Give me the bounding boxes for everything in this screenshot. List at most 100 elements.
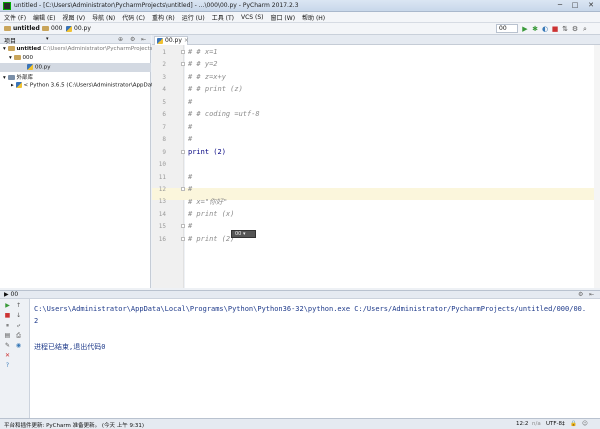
python-icon — [15, 82, 22, 88]
tree-python-sdk[interactable]: ▸ < Python 3.6.5 (C:\Users\Administrator… — [11, 82, 158, 89]
settings-icon[interactable]: ⚙ — [571, 25, 579, 33]
code-line: # — [188, 122, 193, 131]
view-dropdown-icon[interactable]: ▾ — [46, 36, 49, 42]
title-bar: untitled - [C:\Users\Administrator\Pycha… — [0, 0, 600, 12]
menu-tools[interactable]: 工具 (T) — [212, 13, 234, 22]
pause-icon[interactable]: ⏸ — [4, 322, 11, 329]
file-encoding[interactable]: UTF-8‡ — [546, 421, 565, 427]
line-number: 15 — [158, 223, 166, 231]
line-number: 13 — [158, 198, 166, 206]
output-result: 2 — [34, 317, 39, 325]
line-number: 1 — [162, 49, 166, 56]
code-line: # # z=x+y — [188, 72, 226, 81]
tab-00-py[interactable]: 00.py × — [154, 36, 189, 45]
line-separator[interactable]: n/a — [532, 421, 541, 427]
fold-marker-icon[interactable] — [181, 236, 185, 241]
editor-tabs: 00.py × — [152, 35, 600, 45]
menu-window[interactable]: 窗口 (W) — [271, 13, 296, 22]
code-line: # # print (z) — [188, 85, 243, 94]
run-tool-header: ▶ 00 ⚙ ⇤ — [0, 290, 600, 299]
help-icon[interactable]: ? — [4, 362, 11, 369]
code-line: # # y=2 — [188, 60, 218, 69]
fold-marker-icon[interactable] — [181, 62, 185, 67]
rerun-icon[interactable]: ▶ — [4, 302, 11, 309]
caret-position[interactable]: 12:2 — [516, 421, 528, 427]
python-console-icon[interactable]: ◉ — [15, 342, 22, 349]
collapse-icon[interactable]: ⊕ — [118, 36, 123, 43]
line-number: 11 — [158, 173, 166, 181]
code-line: # # x=1 — [188, 48, 218, 56]
tree-folder[interactable]: ▾ 000 — [9, 55, 33, 61]
code-line: # print (2) — [188, 234, 235, 243]
coverage-icon[interactable]: ◐ — [541, 25, 549, 33]
code-line: # — [188, 184, 193, 193]
hover-tooltip: 00 ▾ — [231, 230, 256, 238]
maximize-button[interactable]: □ — [568, 1, 582, 10]
menu-vcs[interactable]: VCS (S) — [241, 14, 264, 21]
menu-file[interactable]: 文件 (F) — [4, 13, 26, 22]
menu-help[interactable]: 帮助 (H) — [302, 13, 325, 22]
close-button[interactable]: ✕ — [584, 1, 598, 10]
hide-icon[interactable]: ⇤ — [589, 291, 594, 298]
stop-icon[interactable]: ■ — [551, 25, 559, 33]
run-tab-label[interactable]: ▶ 00 — [4, 291, 18, 298]
run-config-select[interactable]: 00 — [496, 24, 518, 33]
breadcrumb-project[interactable]: untitled — [4, 25, 40, 32]
minimize-button[interactable]: ─ — [553, 1, 567, 10]
editor-scrollbar[interactable] — [594, 45, 600, 288]
menu-run[interactable]: 运行 (U) — [182, 13, 205, 22]
tree-file[interactable]: 00.py — [27, 64, 51, 71]
fold-marker-icon[interactable] — [181, 186, 185, 191]
inspector-icon[interactable]: ☺ — [582, 421, 588, 427]
code-line: # x="你好" — [188, 198, 228, 207]
selected-row-highlight — [0, 63, 151, 72]
tree-root[interactable]: ▾ untitled C:\Users\Administrator\Pychar… — [3, 46, 158, 52]
code-line: # — [188, 97, 193, 106]
gear-icon[interactable]: ⚙ — [130, 36, 135, 43]
status-bar: 平台和插件更新: PyCharm 准备更新。 (今天 上午 9:31) 12:2… — [0, 418, 600, 429]
status-message[interactable]: 平台和插件更新: PyCharm 准备更新。 (今天 上午 9:31) — [4, 421, 144, 429]
menu-edit[interactable]: 编辑 (E) — [33, 13, 55, 22]
folder-icon — [7, 46, 15, 51]
run-icon[interactable]: ▶ — [521, 25, 529, 33]
output-command: C:\Users\Administrator\AppData\Local\Pro… — [34, 305, 587, 313]
line-number: 9 — [162, 148, 166, 156]
scroll-down-icon[interactable]: ↓ — [15, 312, 22, 319]
print-icon[interactable]: ⎙ — [15, 332, 22, 339]
line-number: 16 — [158, 235, 166, 243]
breadcrumb-folder[interactable]: 000 — [42, 25, 62, 32]
pycharm-logo-icon — [3, 2, 11, 10]
code-editor[interactable] — [185, 45, 600, 288]
close-icon[interactable]: ✕ — [4, 352, 11, 359]
fold-marker-icon[interactable] — [181, 149, 185, 154]
menu-code[interactable]: 代码 (C) — [122, 13, 145, 22]
python-file-icon — [157, 37, 163, 44]
line-number: 12 — [158, 185, 166, 193]
python-file-icon — [27, 64, 33, 70]
menu-navigate[interactable]: 导航 (N) — [92, 13, 115, 22]
search-icon[interactable]: ⌕ — [581, 25, 589, 33]
hide-icon[interactable]: ⇤ — [141, 36, 146, 43]
run-toolbar: ▶ ↑ ■ ↓ ⏸ ⤶ ▤ ⎙ ✎ ◉ ✕ ? — [0, 299, 30, 418]
fold-marker-icon[interactable] — [181, 50, 185, 54]
menu-refactor[interactable]: 重构 (R) — [152, 13, 175, 22]
code-line: # print (x) — [188, 209, 235, 218]
menu-bar: 文件 (F) 编辑 (E) 视图 (V) 导航 (N) 代码 (C) 重构 (R… — [0, 12, 600, 23]
project-view-label[interactable]: 项目 — [4, 36, 16, 45]
pin-icon[interactable]: ✎ — [4, 342, 11, 349]
stop-icon[interactable]: ■ — [4, 312, 11, 319]
line-number: 4 — [162, 86, 166, 94]
vcs-icon[interactable]: ⇅ — [561, 25, 569, 33]
fold-marker-icon[interactable] — [181, 224, 185, 229]
gear-icon[interactable]: ⚙ — [578, 291, 583, 298]
soft-wrap-icon[interactable]: ⤶ — [15, 322, 22, 329]
menu-view[interactable]: 视图 (V) — [62, 13, 85, 22]
breadcrumb-file[interactable]: 00.py — [66, 25, 91, 32]
layout-icon[interactable]: ▤ — [4, 332, 11, 339]
scroll-up-icon[interactable]: ↑ — [15, 302, 22, 309]
debug-icon[interactable]: ✱ — [531, 25, 539, 33]
run-output[interactable] — [30, 299, 600, 418]
lock-icon[interactable]: 🔒 — [570, 421, 577, 427]
tree-external-libraries[interactable]: ▾ 外部库 — [3, 73, 33, 81]
folder-icon — [4, 26, 11, 31]
